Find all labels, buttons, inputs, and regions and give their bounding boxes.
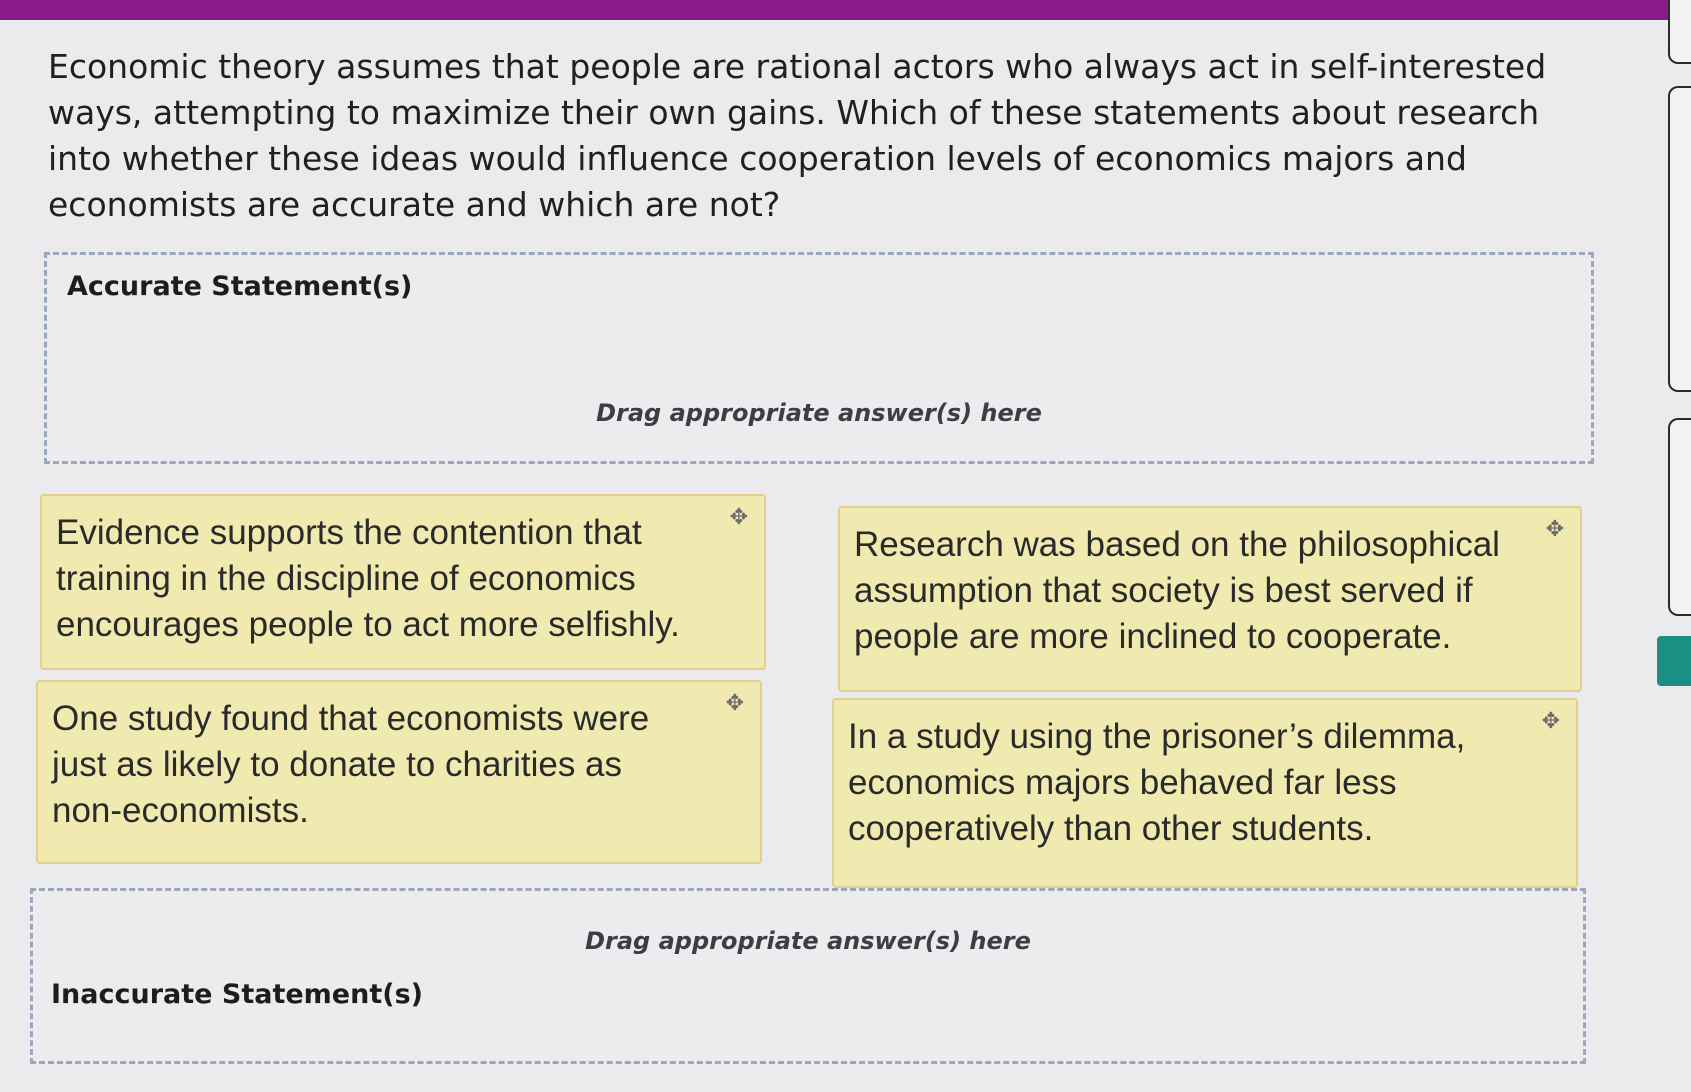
question-text: Economic theory assumes that people are … [48,47,1547,224]
move-icon[interactable]: ✥ [1542,710,1560,732]
answer-card-2[interactable]: Research was based on the philosophical … [838,506,1582,692]
side-panel-tab[interactable] [1668,0,1691,64]
inaccurate-zone-hint: Drag appropriate answer(s) here [585,927,1031,955]
answer-card-text: One study found that economists were jus… [52,699,650,830]
move-icon[interactable]: ✥ [730,506,748,528]
header-bar [0,0,1668,20]
move-icon[interactable]: ✥ [726,692,744,714]
answer-card-text: Research was based on the philosophical … [854,525,1500,656]
side-panel-tab[interactable] [1668,86,1691,392]
side-panel-accent-button[interactable] [1657,636,1691,686]
side-panel-tab[interactable] [1668,418,1691,616]
answer-card-1[interactable]: Evidence supports the contention that tr… [40,494,766,670]
accurate-zone-hint: Drag appropriate answer(s) here [596,399,1042,427]
answer-card-3[interactable]: One study found that economists were jus… [36,680,762,864]
accurate-zone-title: Accurate Statement(s) [67,271,413,302]
answer-card-text: Evidence supports the contention that tr… [56,513,680,644]
answer-card-4[interactable]: In a study using the prisoner’s dilemma,… [832,698,1578,888]
inaccurate-zone-title: Inaccurate Statement(s) [51,979,423,1010]
move-icon[interactable]: ✥ [1546,518,1564,540]
accurate-dropzone[interactable]: Accurate Statement(s) Drag appropriate a… [44,252,1594,464]
inaccurate-dropzone[interactable]: Drag appropriate answer(s) here Inaccura… [30,888,1586,1064]
answer-card-text: In a study using the prisoner’s dilemma,… [848,717,1466,848]
